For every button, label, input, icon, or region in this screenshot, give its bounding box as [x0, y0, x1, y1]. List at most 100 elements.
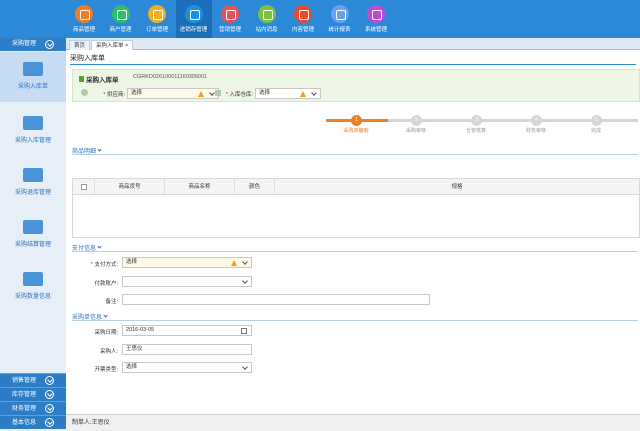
- column-header-sku[interactable]: 商品货号: [95, 179, 165, 195]
- truck-icon: [23, 168, 43, 182]
- sidebar-section-finance[interactable]: 财务管理: [0, 401, 66, 415]
- warning-icon: [300, 91, 306, 97]
- tab-label: 首页: [74, 43, 86, 49]
- remark-input[interactable]: [122, 294, 430, 305]
- sidebar-item-purchase-settlement[interactable]: 采购结算管理: [0, 210, 66, 260]
- document-icon: [79, 76, 84, 82]
- sidebar-item-purchase-quantity[interactable]: 采购数量信息: [0, 262, 66, 312]
- payment-method-label: * 支付方式:: [90, 262, 118, 268]
- module-8[interactable]: 统计报表: [322, 0, 358, 38]
- supplier-select[interactable]: 选择: [127, 88, 219, 99]
- step-3-dot: 3: [471, 115, 482, 126]
- chevron-down-icon[interactable]: [45, 376, 54, 385]
- tab-bar: 首页 采购入库单 ×: [66, 38, 640, 50]
- column-header-name[interactable]: 商品名称: [165, 179, 235, 195]
- tab-label: 采购入库单: [96, 43, 124, 49]
- chevron-down-icon[interactable]: [242, 278, 248, 284]
- column-header-color[interactable]: 颜色: [235, 179, 275, 195]
- module-label: 系统管理: [364, 27, 387, 33]
- column-header-spec[interactable]: 规格: [275, 179, 639, 195]
- chevron-down-icon[interactable]: [45, 404, 54, 413]
- goods-table-header: 商品货号 商品名称 颜色 规格: [73, 179, 639, 195]
- warehouse-select[interactable]: 选择: [255, 88, 321, 99]
- module-icon: [111, 5, 130, 23]
- module-icon: [221, 5, 239, 23]
- process-steps: 1 2 3 4 5 采购单编制 采购审核 仓管核算 财务审核 完成: [326, 112, 638, 134]
- order-header-panel: 采购入库单 CGRKD02610001116030500​1 * 供应商: 选择…: [72, 69, 640, 102]
- sidebar-item-label: 采购入库管理: [14, 138, 51, 144]
- logo-area: [0, 0, 66, 38]
- step-3-label: 仓管核算: [465, 128, 486, 134]
- warning-icon: [198, 91, 204, 97]
- purchase-section-divider: [72, 320, 638, 321]
- page-title: 采购入库单: [70, 55, 105, 62]
- module-label: 订单管理: [145, 27, 168, 33]
- module-icon: [148, 5, 166, 23]
- module-label: 进销存管理: [179, 27, 208, 33]
- sidebar-header-purchase[interactable]: 采购管理: [0, 38, 66, 51]
- sidebar-item-purchase-inbound-manage[interactable]: 采购入库管理: [0, 106, 66, 156]
- sidebar-item-purchase-return[interactable]: 采购退库管理: [0, 158, 66, 208]
- maker-text: 制单人:王思仪: [72, 420, 110, 426]
- step-2-dot: 2: [411, 115, 422, 126]
- sidebar-section-label: 基本信息: [12, 420, 37, 426]
- select-all-checkbox[interactable]: [81, 184, 87, 190]
- sidebar-section-basic-info[interactable]: 基本信息: [0, 415, 66, 429]
- chevron-down-icon[interactable]: [209, 90, 215, 96]
- step-4-dot: 4: [531, 115, 542, 126]
- step-1-label: 采购单编制: [343, 128, 369, 134]
- tab-home[interactable]: 首页: [69, 40, 91, 50]
- sidebar-section-label: 库存管理: [12, 392, 37, 398]
- calendar-icon[interactable]: [241, 328, 247, 334]
- buyer-input[interactable]: 王思仪: [122, 344, 252, 355]
- module-2[interactable]: 商户管理: [103, 0, 139, 38]
- step-5-dot: 5: [591, 115, 602, 126]
- module-label: 商户管理: [109, 27, 132, 33]
- module-label: 营销管理: [218, 27, 241, 33]
- module-6[interactable]: 站内消息: [249, 0, 285, 38]
- invoice-type-select[interactable]: 选择: [122, 362, 252, 373]
- module-1[interactable]: 商品管理: [66, 0, 102, 38]
- chevron-down-icon[interactable]: [45, 418, 54, 427]
- sidebar-item-purchase-inbound-order[interactable]: 采购入库单: [0, 52, 66, 102]
- buyer-label: 采购人:: [99, 349, 118, 355]
- chevron-down-icon[interactable]: [242, 364, 248, 370]
- module-icon: [257, 5, 276, 23]
- sidebar-section-sales[interactable]: 销售管理: [0, 373, 66, 387]
- module-5[interactable]: 营销管理: [212, 0, 248, 38]
- chevron-down-icon[interactable]: [45, 40, 54, 49]
- module-4[interactable]: 进销存管理: [175, 0, 212, 38]
- module-9[interactable]: 系统管理: [358, 0, 394, 38]
- order-number: CGRKD02610001116030500​1: [133, 74, 208, 80]
- chevron-down-icon[interactable]: [242, 259, 248, 265]
- chevron-down-icon[interactable]: [45, 390, 54, 399]
- purchase-date-input[interactable]: 2016-03-05: [122, 325, 252, 336]
- supplier-label: * 供应商:: [103, 92, 125, 98]
- tab-purchase-inbound-order[interactable]: 采购入库单 ×: [91, 40, 134, 50]
- sidebar-section-inventory[interactable]: 库存管理: [0, 387, 66, 401]
- hand-icon: [23, 220, 43, 234]
- order-title: 采购入库单: [79, 74, 119, 84]
- chevron-down-icon[interactable]: [311, 90, 317, 96]
- sidebar-section-label: 销售管理: [12, 378, 37, 384]
- goods-table: 商品货号 商品名称 颜色 规格: [72, 178, 640, 238]
- user-icon: [81, 89, 88, 96]
- close-icon[interactable]: ×: [125, 43, 128, 49]
- sidebar-item-label: 采购数量信息: [14, 294, 51, 300]
- module-icon: [294, 5, 312, 23]
- sidebar-section-label: 财务管理: [12, 406, 37, 412]
- step-1-dot: 1: [351, 115, 362, 126]
- payment-account-select[interactable]: [122, 276, 252, 287]
- module-label: 统计报表: [328, 27, 351, 33]
- module-label: 站内消息: [255, 27, 278, 33]
- module-icon: [330, 5, 349, 23]
- module-3[interactable]: 订单管理: [139, 0, 175, 38]
- module-7[interactable]: 内容管理: [285, 0, 321, 38]
- purchase-date-value: 2016-03-05: [126, 327, 155, 333]
- cart-icon: [23, 62, 43, 76]
- payment-method-select[interactable]: 选择: [122, 257, 252, 268]
- chevron-down-icon: [97, 147, 102, 152]
- payment-account-label: 付款账户:: [94, 281, 118, 287]
- warehouse-value: 选择: [259, 90, 271, 96]
- payment-section-divider: [72, 251, 638, 252]
